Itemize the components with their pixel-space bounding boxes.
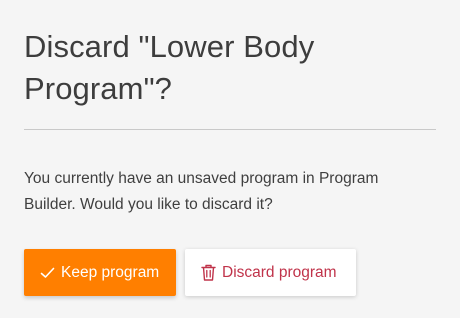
keep-program-label: Keep program: [61, 263, 160, 281]
dialog-title: Discard "Lower Body Program"?: [24, 29, 315, 106]
dialog-message: You currently have an unsaved program in…: [24, 170, 379, 213]
discard-program-label: Discard program: [222, 263, 337, 281]
check-icon: [40, 267, 55, 279]
trash-icon: [201, 264, 216, 281]
discard-program-dialog: Discard "Lower Body Program"? You curren…: [0, 0, 460, 318]
dialog-actions: Keep program Discard program: [24, 249, 356, 296]
divider: [24, 129, 436, 130]
discard-program-button[interactable]: Discard program: [185, 249, 356, 296]
keep-program-button[interactable]: Keep program: [24, 249, 176, 296]
